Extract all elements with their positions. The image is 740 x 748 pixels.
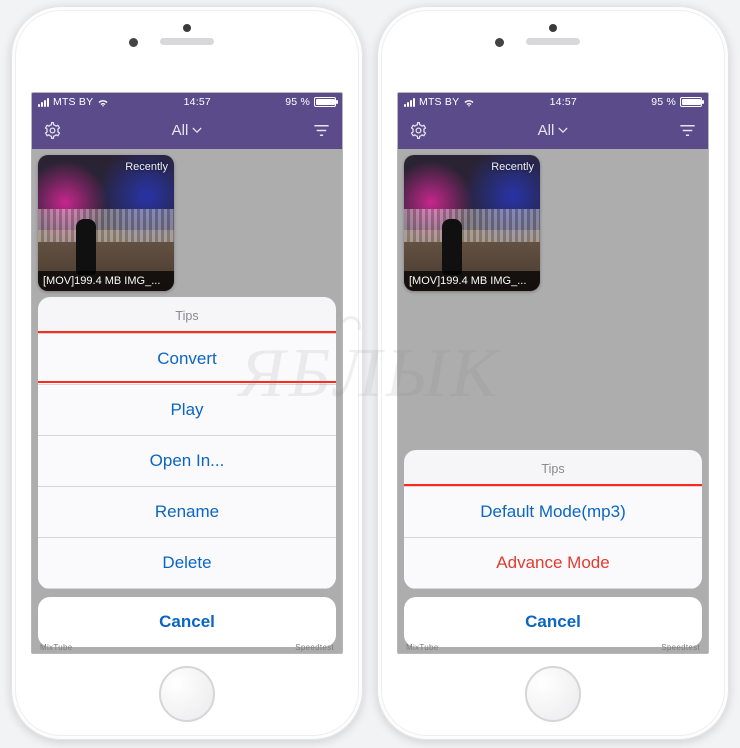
action-convert[interactable]: Convert <box>38 334 336 385</box>
nav-title[interactable]: All <box>172 122 203 139</box>
signal-icon <box>38 98 49 107</box>
home-button[interactable] <box>525 666 581 722</box>
signal-icon <box>404 98 415 107</box>
filter-icon[interactable] <box>678 120 698 140</box>
sheet-title: Tips <box>404 450 702 487</box>
phone-right: MTS BY 14:57 95 % <box>377 6 729 740</box>
clock-label: 14:57 <box>550 96 577 108</box>
action-play[interactable]: Play <box>38 385 336 436</box>
phone-body: MTS BY 14:57 95 % <box>381 10 725 736</box>
action-sheet-wrap: Tips Convert Play Open In... Rename Dele… <box>38 297 336 647</box>
nav-bar: All <box>32 111 342 149</box>
battery-pct-label: 95 % <box>285 96 310 108</box>
sheet-title: Tips <box>38 297 336 334</box>
action-default-mode[interactable]: Default Mode(mp3) <box>404 487 702 538</box>
screen: MTS BY 14:57 95 % <box>397 92 709 654</box>
carrier-label: MTS BY <box>53 96 93 108</box>
status-bar: MTS BY 14:57 95 % <box>398 93 708 111</box>
phone-left: MTS BY 14:57 95 % <box>11 6 363 740</box>
dock-app-label: Speedtest <box>661 643 700 652</box>
nav-bar: All <box>398 111 708 149</box>
earpiece-speaker <box>160 38 214 45</box>
wifi-icon <box>97 98 109 107</box>
action-sheet-wrap: Tips Default Mode(mp3) Advance Mode Canc… <box>404 450 702 647</box>
battery-icon <box>680 97 702 107</box>
status-bar: MTS BY 14:57 95 % <box>32 93 342 111</box>
content-area: Recently [MOV]199.4 MB IMG_... Tips Conv… <box>32 149 342 653</box>
dock-app-label: MixTube <box>406 643 438 652</box>
chevron-down-icon <box>558 127 568 134</box>
battery-icon <box>314 97 336 107</box>
proximity-sensor <box>549 24 557 32</box>
action-open-in[interactable]: Open In... <box>38 436 336 487</box>
nav-title[interactable]: All <box>538 122 569 139</box>
phones-row: MTS BY 14:57 95 % <box>0 0 740 746</box>
carrier-label: MTS BY <box>419 96 459 108</box>
screen: MTS BY 14:57 95 % <box>31 92 343 654</box>
filter-icon[interactable] <box>312 120 332 140</box>
cancel-button[interactable]: Cancel <box>404 597 702 647</box>
wifi-icon <box>463 98 475 107</box>
proximity-sensor <box>183 24 191 32</box>
front-camera <box>129 38 138 47</box>
nav-title-label: All <box>538 122 555 139</box>
dock-app-label: MixTube <box>40 643 72 652</box>
home-button[interactable] <box>159 666 215 722</box>
action-rename[interactable]: Rename <box>38 487 336 538</box>
content-area: Recently [MOV]199.4 MB IMG_... Tips Defa… <box>398 149 708 653</box>
phone-body: MTS BY 14:57 95 % <box>15 10 359 736</box>
chevron-down-icon <box>192 127 202 134</box>
earpiece-speaker <box>526 38 580 45</box>
gear-icon[interactable] <box>408 120 428 140</box>
action-delete[interactable]: Delete <box>38 538 336 589</box>
dock-app-label: Speedtest <box>295 643 334 652</box>
cancel-button[interactable]: Cancel <box>38 597 336 647</box>
action-sheet: Tips Convert Play Open In... Rename Dele… <box>38 297 336 589</box>
action-advance-mode[interactable]: Advance Mode <box>404 538 702 589</box>
nav-title-label: All <box>172 122 189 139</box>
gear-icon[interactable] <box>42 120 62 140</box>
battery-pct-label: 95 % <box>651 96 676 108</box>
action-sheet: Tips Default Mode(mp3) Advance Mode <box>404 450 702 589</box>
clock-label: 14:57 <box>184 96 211 108</box>
front-camera <box>495 38 504 47</box>
